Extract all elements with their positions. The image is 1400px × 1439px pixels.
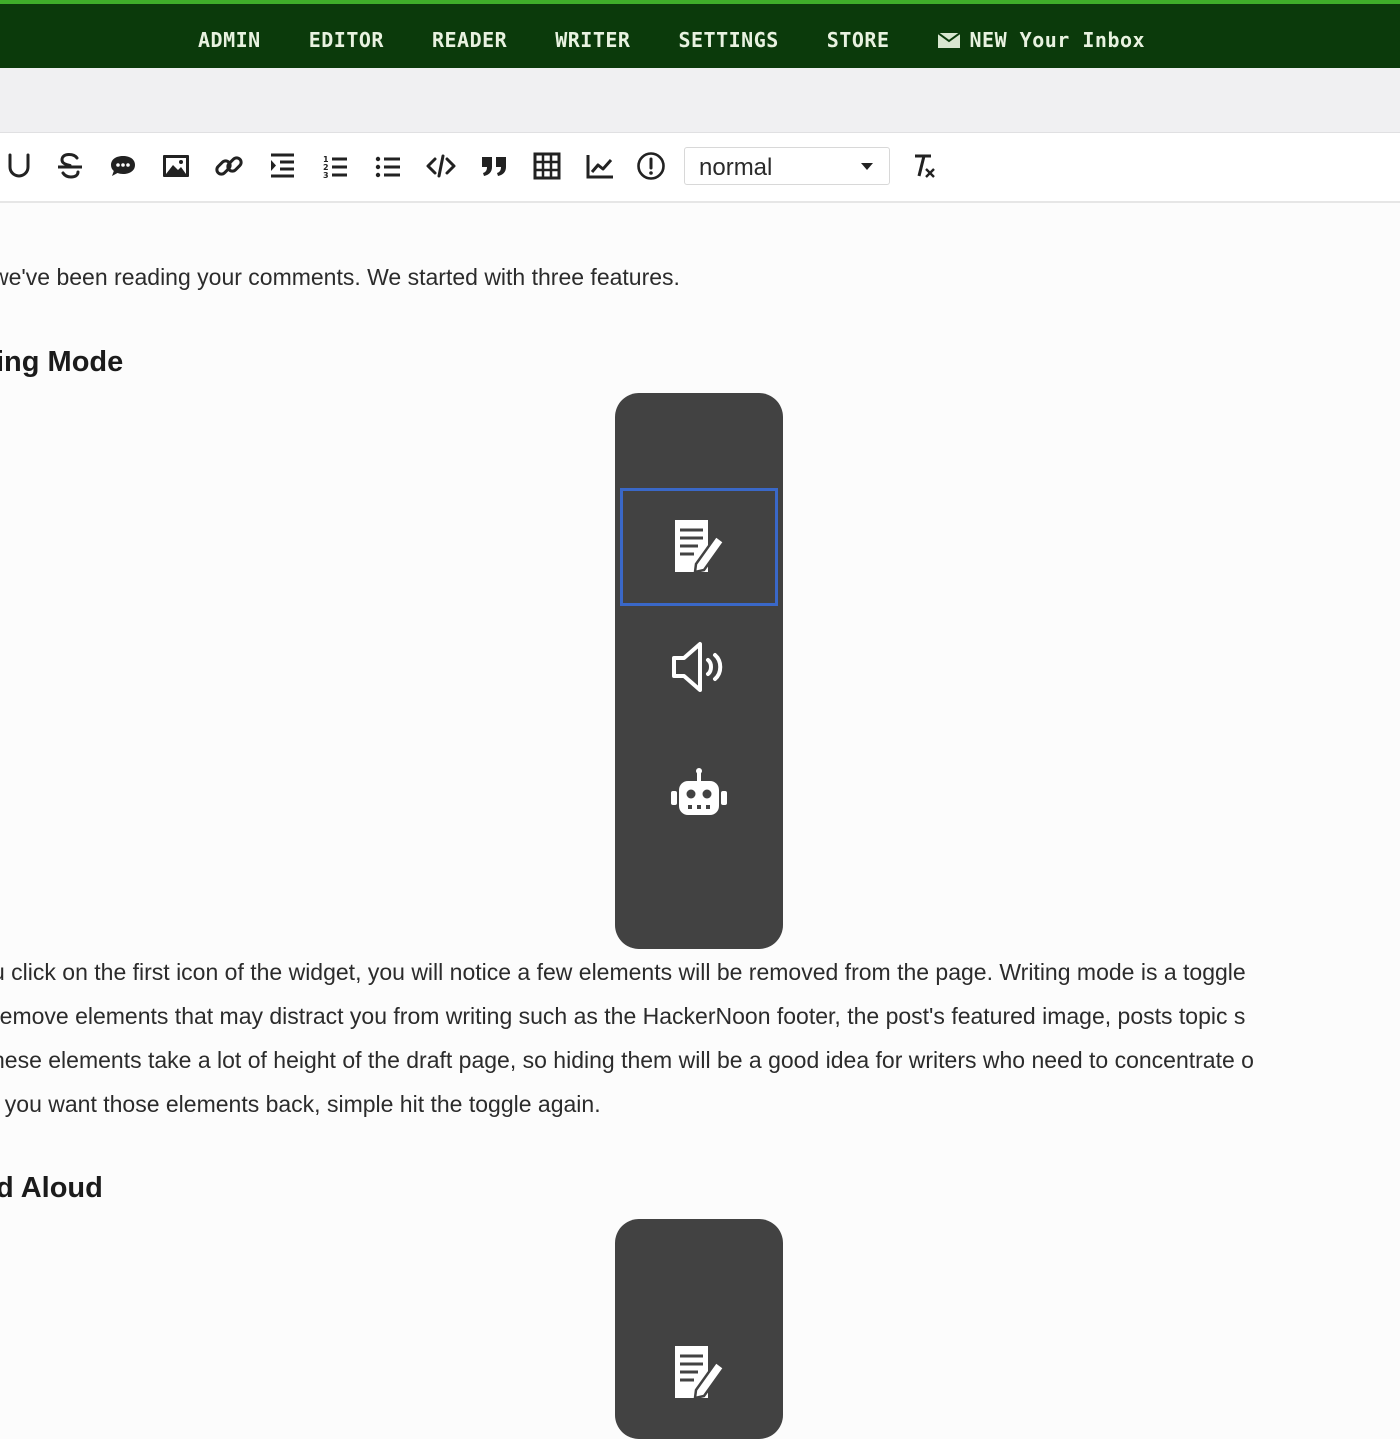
blockquote-icon xyxy=(482,157,506,176)
speaker-icon xyxy=(672,642,723,692)
nav-link-writer[interactable]: WRITER xyxy=(555,28,630,52)
section-heading-read-aloud: d Aloud xyxy=(0,1172,103,1204)
intro-paragraph: we've been reading your comments. We sta… xyxy=(0,264,680,290)
link-button[interactable] xyxy=(210,146,248,186)
format-select[interactable]: normal xyxy=(684,147,890,185)
body-line-2: remove elements that may distract you fr… xyxy=(0,1003,1246,1029)
secondary-bar xyxy=(0,68,1400,133)
format-select-value: normal xyxy=(699,154,773,181)
info-button[interactable] xyxy=(632,146,670,186)
clear-format-icon xyxy=(915,154,935,178)
ordered-list-icon: 1 2 3 xyxy=(323,155,347,180)
image-icon xyxy=(163,155,189,177)
indent-icon xyxy=(271,153,294,178)
nav-link-admin[interactable]: ADMIN xyxy=(198,28,261,52)
code-button[interactable] xyxy=(422,146,460,186)
comment-icon xyxy=(111,156,135,176)
chart-button[interactable] xyxy=(581,146,619,186)
code-icon xyxy=(426,154,456,178)
writing-widget xyxy=(615,393,783,949)
nav-link-reader[interactable]: READER xyxy=(432,28,507,52)
table-button[interactable] xyxy=(528,146,566,186)
info-icon xyxy=(637,152,665,180)
writing-mode-button[interactable] xyxy=(620,488,778,606)
underline-icon xyxy=(8,153,30,178)
nav-links: ADMIN EDITOR READER WRITER SETTINGS STOR… xyxy=(198,26,1145,54)
blockquote-button[interactable] xyxy=(475,146,513,186)
inbox-label: NEW Your Inbox xyxy=(969,28,1146,52)
chevron-down-icon xyxy=(861,163,873,170)
writing-mode-icon xyxy=(675,520,726,574)
nav-link-editor[interactable]: EDITOR xyxy=(309,28,384,52)
strikethrough-button[interactable] xyxy=(51,146,89,186)
table-icon xyxy=(533,152,561,180)
nav-link-inbox[interactable]: NEW Your Inbox xyxy=(937,28,1146,52)
image-button[interactable] xyxy=(157,146,195,186)
clear-format-button[interactable] xyxy=(904,146,942,186)
top-navigation-bar: ADMIN EDITOR READER WRITER SETTINGS STOR… xyxy=(0,0,1400,68)
writing-mode-button-2[interactable] xyxy=(615,1314,783,1432)
robot-icon xyxy=(671,768,727,815)
section-heading-writing-mode: ing Mode xyxy=(0,346,124,378)
mail-icon xyxy=(937,32,960,48)
bullet-list-icon xyxy=(375,156,400,178)
comment-button[interactable] xyxy=(104,146,142,186)
strikethrough-icon xyxy=(58,152,82,179)
body-line-1: u click on the first icon of the widget,… xyxy=(0,959,1246,985)
writing-mode-icon xyxy=(675,1346,726,1400)
chart-icon xyxy=(586,155,613,179)
body-line-4: f you want those elements back, simple h… xyxy=(0,1091,601,1117)
nav-link-store[interactable]: STORE xyxy=(827,28,890,52)
body-line-3: hese elements take a lot of height of th… xyxy=(0,1047,1254,1073)
writing-widget-2 xyxy=(615,1219,783,1439)
link-icon xyxy=(215,156,243,176)
ai-assistant-button[interactable] xyxy=(615,739,783,857)
bullet-list-button[interactable] xyxy=(369,146,407,186)
nav-link-settings[interactable]: SETTINGS xyxy=(678,28,778,52)
svg-text:3: 3 xyxy=(323,171,329,180)
read-aloud-button[interactable] xyxy=(615,608,783,726)
underline-button[interactable] xyxy=(0,146,38,186)
indent-button[interactable] xyxy=(263,146,301,186)
ordered-list-button[interactable]: 1 2 3 xyxy=(316,146,354,186)
